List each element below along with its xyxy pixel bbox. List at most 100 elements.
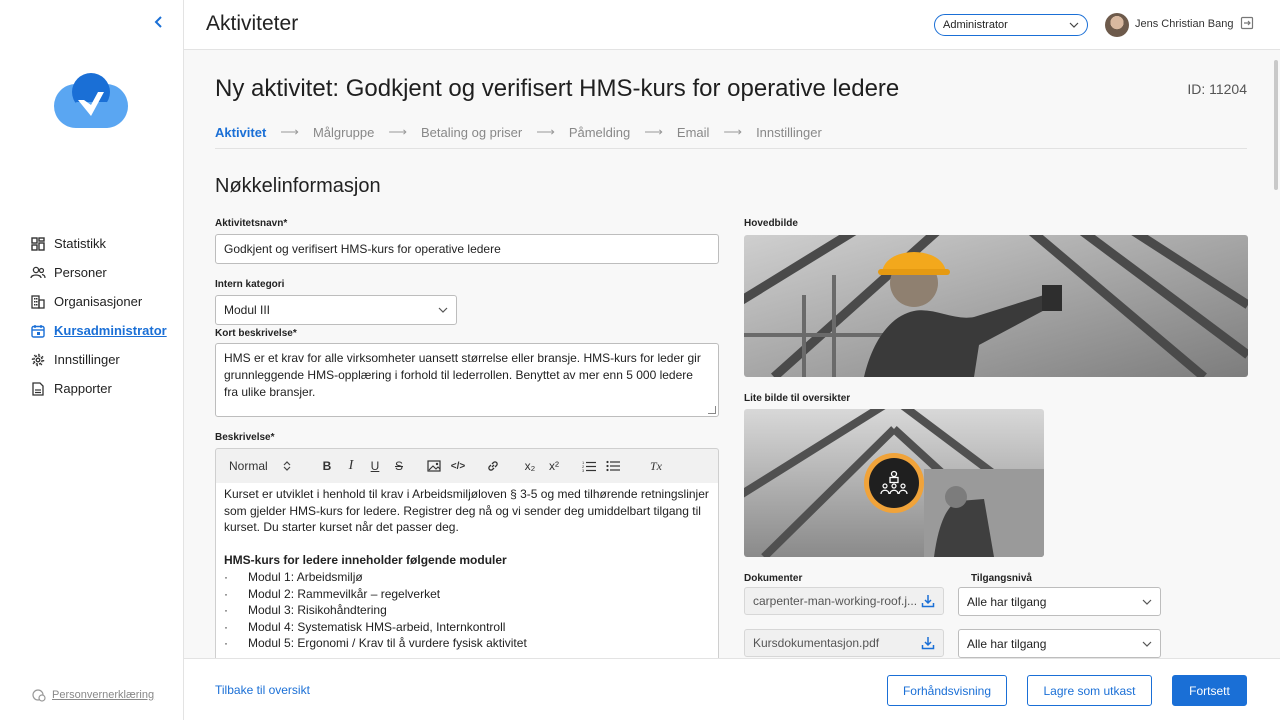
footer-bar: Tilbake til oversikt Forhåndsvisning Lag…	[184, 658, 1280, 720]
list-item: · Modul 5: Ergonomi / Krav til å vurdere …	[224, 636, 527, 651]
list-item: · Modul 2: Rammevilkår – regelverket	[224, 586, 441, 601]
dashboard-icon	[30, 236, 46, 252]
calendar-icon	[30, 323, 46, 339]
svg-text:3: 3	[582, 468, 585, 472]
download-icon[interactable]	[921, 636, 935, 650]
course-badge-icon	[864, 453, 924, 513]
chevron-down-icon	[1142, 599, 1152, 605]
main-image-label: Hovedbilde	[744, 218, 798, 229]
category-select[interactable]: Modul III	[215, 295, 457, 325]
bullet-list-icon[interactable]	[604, 456, 622, 476]
updown-icon	[283, 461, 291, 471]
image-icon[interactable]	[425, 456, 443, 476]
link-icon[interactable]	[484, 456, 502, 476]
step-navigation: Aktivitet ⟶ Målgruppe ⟶ Betaling og pris…	[215, 124, 822, 140]
category-select-value: Modul III	[224, 303, 271, 317]
user-name: Jens Christian Bang	[1135, 18, 1234, 30]
app-logo	[52, 72, 130, 132]
sidebar-item-organisasjoner[interactable]: Organisasjoner	[30, 287, 180, 316]
sidebar-item-kursadministrator[interactable]: Kursadministrator	[30, 316, 180, 345]
privacy-label: Personvernerklæring	[52, 689, 155, 701]
list-item: · Modul 3: Risikohåndtering	[224, 603, 387, 618]
chevron-down-icon	[1069, 22, 1079, 28]
access-label: Tilgangsnivå	[971, 573, 1032, 584]
report-icon	[30, 381, 46, 397]
collapse-sidebar-icon[interactable]	[152, 14, 168, 30]
privacy-link[interactable]: Personvernerklæring	[32, 688, 154, 702]
document-item: Kursdokumentasjon.pdf	[744, 629, 944, 657]
superscript-button[interactable]: x²	[545, 456, 563, 476]
sidebar-item-innstillinger[interactable]: Innstillinger	[30, 345, 180, 374]
arrow-right-icon: ⟶	[280, 124, 299, 139]
description-label: Beskrivelse*	[215, 432, 275, 443]
document-name: carpenter-man-working-roof.j...	[753, 594, 918, 608]
short-description-textarea[interactable]: HMS er et krav for alle virksomheter uan…	[215, 343, 719, 417]
arrow-right-icon: ⟶	[388, 124, 408, 139]
step-innstillinger[interactable]: Innstillinger	[756, 125, 822, 140]
section-title: Nøkkelinformasjon	[215, 175, 381, 197]
sidebar-item-label: Organisasjoner	[54, 294, 143, 309]
step-malgruppe[interactable]: Målgruppe	[313, 125, 374, 140]
arrow-right-icon: ⟶	[644, 124, 663, 139]
editor-toolbar: Normal B I U S </> x₂ x² 123 Tx	[215, 448, 719, 484]
step-betaling[interactable]: Betaling og priser	[421, 125, 522, 140]
header-title: Aktiviteter	[206, 12, 299, 35]
subscript-button[interactable]: x₂	[521, 456, 539, 476]
access-select-value: Alle har tilgang	[967, 594, 1047, 609]
download-icon[interactable]	[921, 594, 935, 608]
step-aktivitet[interactable]: Aktivitet	[215, 125, 266, 140]
strikethrough-button[interactable]: S	[390, 456, 408, 476]
sidebar-item-statistikk[interactable]: Statistikk	[30, 229, 180, 258]
code-button[interactable]: </>	[449, 456, 467, 476]
building-icon	[30, 294, 46, 310]
clear-format-button[interactable]: Tx	[647, 456, 665, 476]
continue-button[interactable]: Fortsett	[1172, 675, 1247, 706]
access-select[interactable]: Alle har tilgang	[958, 587, 1161, 616]
editor-heading: HMS-kurs for ledere inneholder følgende …	[224, 553, 507, 568]
sidebar-item-label: Innstillinger	[54, 352, 120, 367]
preview-button[interactable]: Forhåndsvisning	[887, 675, 1007, 706]
sidebar-item-rapporter[interactable]: Rapporter	[30, 374, 180, 403]
sidebar-item-label: Personer	[54, 265, 107, 280]
sidebar-item-label: Statistikk	[54, 236, 107, 251]
name-label: Aktivitetsnavn*	[215, 218, 288, 229]
resize-handle[interactable]	[708, 406, 716, 414]
avatar[interactable]	[1105, 13, 1129, 37]
sidebar-item-label: Rapporter	[54, 381, 112, 396]
ordered-list-icon[interactable]: 123	[580, 456, 598, 476]
activity-name-input[interactable]: Godkjent og verifisert HMS-kurs for oper…	[215, 234, 719, 264]
step-pamelding[interactable]: Påmelding	[569, 125, 630, 140]
role-select[interactable]: Administrator	[934, 14, 1088, 36]
save-draft-button[interactable]: Lagre som utkast	[1027, 675, 1152, 706]
role-select-value: Administrator	[943, 19, 1008, 31]
access-select[interactable]: Alle har tilgang	[958, 629, 1161, 658]
logout-icon[interactable]	[1240, 16, 1256, 32]
description-editor[interactable]: Kurset er utviklet i henhold til krav i …	[215, 483, 719, 658]
document-item: carpenter-man-working-roof.j...	[744, 587, 944, 615]
underline-button[interactable]: U	[366, 456, 384, 476]
step-email[interactable]: Email	[677, 125, 710, 140]
italic-button[interactable]: I	[342, 456, 360, 476]
sidebar-item-personer[interactable]: Personer	[30, 258, 180, 287]
list-item: · Modul 4: Systematisk HMS-arbeid, Intern…	[224, 619, 506, 634]
back-to-overview-link[interactable]: Tilbake til oversikt	[215, 683, 310, 697]
top-header: Aktiviteter Administrator Jens Christian…	[184, 0, 1280, 50]
chevron-down-icon	[438, 307, 448, 313]
document-name: Kursdokumentasjon.pdf	[753, 636, 880, 650]
sidebar-item-label: Kursadministrator	[54, 323, 167, 338]
main-content: Ny aktivitet: Godkjent og verifisert HMS…	[184, 50, 1280, 658]
short-desc-label: Kort beskrivelse*	[215, 328, 297, 339]
people-icon	[30, 265, 46, 281]
gear-icon	[30, 352, 46, 368]
list-item: · Modul 1: Arbeidsmiljø	[224, 569, 363, 584]
text-style-value: Normal	[229, 459, 268, 473]
arrow-right-icon: ⟶	[723, 124, 743, 139]
page-scrollbar[interactable]	[1274, 60, 1278, 190]
short-description-text: HMS er et krav for alle virksomheter uan…	[224, 351, 701, 399]
small-image-label: Lite bilde til oversikter	[744, 393, 851, 404]
steps-divider	[215, 148, 1247, 149]
main-image[interactable]	[744, 235, 1248, 377]
bold-button[interactable]: B	[318, 456, 336, 476]
activity-id: ID: 11204	[1187, 81, 1247, 97]
text-style-select[interactable]: Normal	[219, 456, 297, 476]
